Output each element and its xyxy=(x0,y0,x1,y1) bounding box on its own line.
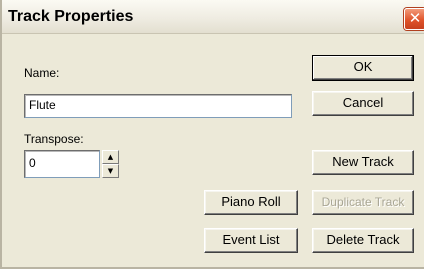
transpose-field[interactable]: 0 xyxy=(24,150,100,178)
transpose-field-value: 0 xyxy=(29,156,36,170)
ok-button[interactable]: OK xyxy=(312,55,414,81)
spin-down-icon: ▼ xyxy=(107,167,114,175)
transpose-spinner: ▲ ▼ xyxy=(102,150,119,178)
transpose-label: Transpose: xyxy=(24,132,84,146)
spin-down-button[interactable]: ▼ xyxy=(102,164,119,178)
duplicate-track-button[interactable]: Duplicate Track xyxy=(312,190,414,215)
event-list-button[interactable]: Event List xyxy=(204,228,298,253)
spin-up-button[interactable]: ▲ xyxy=(102,150,119,164)
piano-roll-button[interactable]: Piano Roll xyxy=(204,190,298,215)
cancel-button[interactable]: Cancel xyxy=(312,91,414,116)
spin-up-icon: ▲ xyxy=(107,153,114,161)
title-bar[interactable]: Track Properties ✕ xyxy=(2,0,424,34)
dialog-title: Track Properties xyxy=(8,8,134,25)
close-icon: ✕ xyxy=(408,9,422,27)
new-track-button[interactable]: New Track xyxy=(312,150,414,175)
name-label: Name: xyxy=(24,66,60,80)
name-field-value: Flute xyxy=(29,98,56,112)
delete-track-button[interactable]: Delete Track xyxy=(312,228,414,253)
close-button[interactable]: ✕ xyxy=(404,8,424,30)
name-field[interactable]: Flute xyxy=(24,94,292,118)
track-properties-dialog: Track Properties ✕ Name: Flute Transpose… xyxy=(0,0,424,269)
